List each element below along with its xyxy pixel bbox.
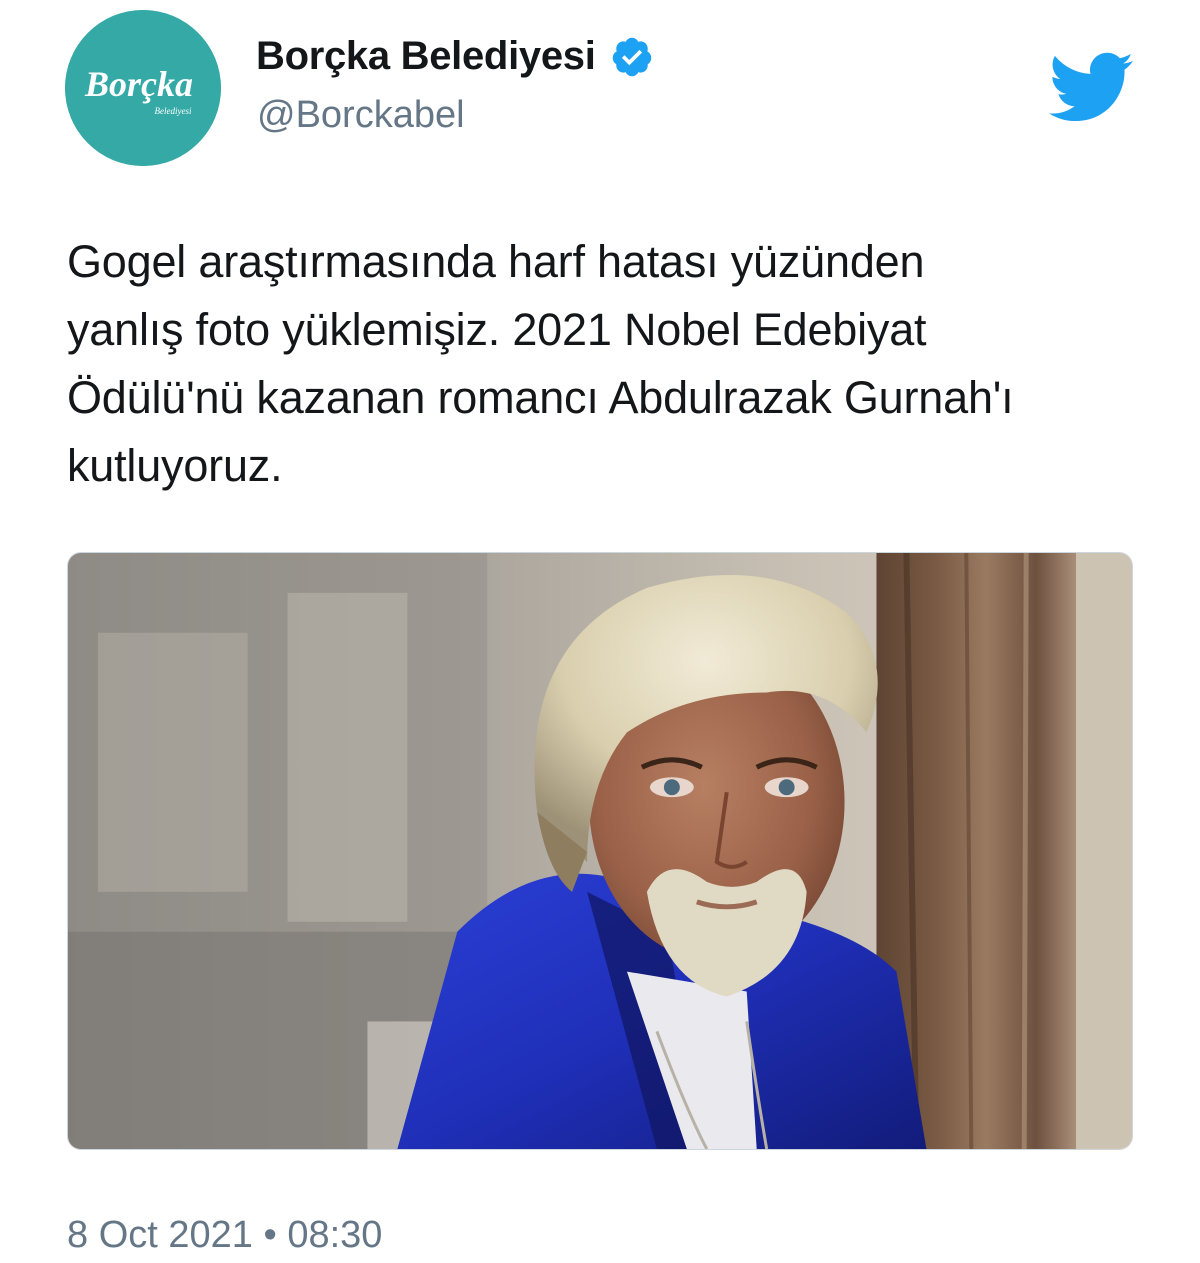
borcka-logo: Borçka Belediyesi [65, 10, 221, 166]
twitter-bird-icon[interactable] [1045, 50, 1135, 124]
tweet-photo[interactable] [67, 552, 1133, 1150]
avatar[interactable]: Borçka Belediyesi [65, 10, 221, 166]
tweet-text: Gogel araştırmasında harf hatası yüzünde… [67, 236, 1014, 491]
logo-subtext: Belediyesi [155, 106, 192, 116]
verified-badge-icon [612, 37, 651, 76]
display-name[interactable]: Borçka Belediyesi [256, 34, 596, 79]
user-handle[interactable]: @Borckabel [257, 94, 465, 137]
tweet-card: Borçka Belediyesi Borçka Belediyesi @Bor… [0, 0, 1200, 1263]
name-row: Borçka Belediyesi [256, 34, 654, 79]
logo-text: Borçka [84, 64, 193, 104]
tweet-timestamp[interactable]: 8 Oct 2021 • 08:30 [67, 1214, 382, 1257]
photo-man-blue-jacket [68, 553, 1132, 1149]
